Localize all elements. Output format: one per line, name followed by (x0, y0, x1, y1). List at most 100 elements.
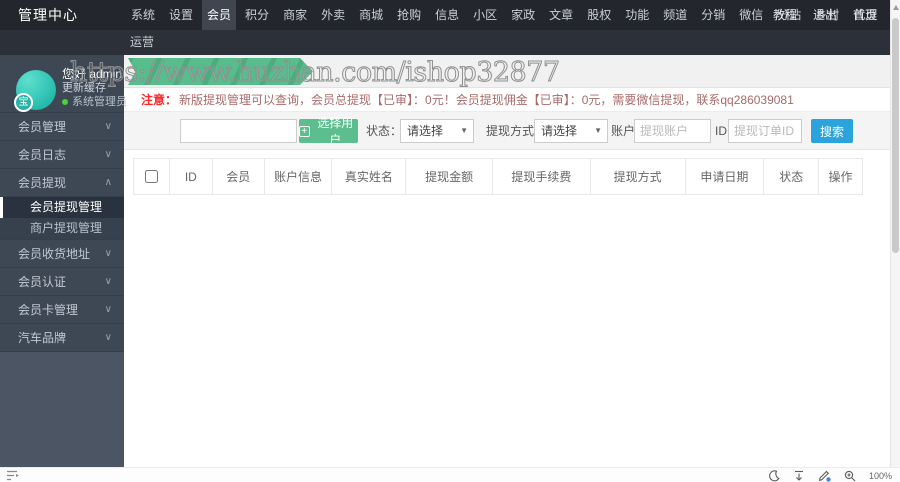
caret-down-icon: ▼ (460, 126, 468, 135)
scrollbar[interactable] (890, 0, 900, 467)
account-input[interactable] (634, 119, 711, 143)
sidebar-item-label: 会员认证 (18, 275, 67, 289)
table-header-row: ID 会员 账户信息 真实姓名 提现金额 提现手续费 提现方式 申请日期 状态 … (133, 158, 863, 195)
sidebar: 宝 您好 admin 更新缓存 系统管理员 会员管理 ∨ 会员日志 ∨ 会员提现… (0, 55, 127, 467)
method-select[interactable]: 请选择 ▼ (534, 119, 608, 143)
online-status-dot (62, 99, 68, 105)
role-text: 系统管理员 (72, 96, 127, 108)
chevron-down-icon: ∨ (104, 149, 112, 160)
topnav-item[interactable]: 商家 (278, 0, 312, 30)
sidebar-item-label: 汽车品牌 (18, 331, 67, 345)
topnav-item[interactable]: 家政 (506, 0, 540, 30)
role-line: 系统管理员 (62, 95, 127, 109)
topnav-right-menu: 教程 退出 首页 (765, 0, 885, 30)
topnav-item[interactable]: 小区 (468, 0, 502, 30)
chevron-down-icon: ∨ (104, 121, 112, 132)
sidebar-item-member-log[interactable]: 会员日志 ∨ (0, 141, 124, 169)
topnav-item[interactable]: 设置 (164, 0, 198, 30)
download-icon[interactable] (793, 470, 805, 482)
sidebar-item-member-card[interactable]: 会员卡管理 ∨ (0, 296, 124, 324)
topnav-right-item[interactable]: 首页 (845, 0, 885, 30)
topnav-right-item[interactable]: 退出 (805, 0, 845, 30)
chevron-down-icon: ∨ (104, 276, 112, 287)
status-bar: 100% (0, 467, 900, 482)
select-user-label: 选择用户 (317, 116, 354, 147)
topnav-item[interactable]: 信息 (430, 0, 464, 30)
scrollbar-thumb[interactable] (892, 18, 899, 253)
subnav-bar: 运营 (0, 30, 900, 55)
topnav-item[interactable]: 股权 (582, 0, 616, 30)
sidebar-item-label: 会员提现 (18, 176, 67, 190)
header-cell-amount: 提现金额 (405, 159, 492, 194)
sidebar-item-label: 会员收货地址 (18, 247, 91, 261)
toc-icon[interactable] (6, 470, 20, 481)
topnav-item[interactable]: 分销 (696, 0, 730, 30)
topnav-right-item[interactable]: 教程 (765, 0, 805, 30)
topnav-item[interactable]: 微信 (734, 0, 768, 30)
topnav-item[interactable]: 系统 (126, 0, 160, 30)
topnav-item[interactable]: 功能 (620, 0, 654, 30)
sidebar-menu: 宝 您好 admin 更新缓存 系统管理员 会员管理 ∨ 会员日志 ∨ 会员提现… (0, 55, 127, 352)
avatar: 宝 (14, 70, 56, 112)
main-content: 注意： 新版提现管理可以查询，会员总提现【已审】：0元！会员提现佣金【已审】：0元… (124, 55, 890, 467)
topnav-item[interactable]: 频道 (658, 0, 692, 30)
search-button[interactable]: 搜索 (811, 119, 853, 143)
avatar-badge: 宝 (14, 93, 33, 112)
sidebar-item-label: 会员日志 (18, 148, 67, 162)
sidebar-item-label: 会员管理 (18, 120, 67, 134)
refresh-cache-link[interactable]: 更新缓存 (62, 81, 127, 95)
app-title: 管理中心 (18, 7, 78, 23)
header-cell-method: 提现方式 (589, 159, 685, 194)
topnav-item[interactable]: 积分 (240, 0, 274, 30)
topnav-item[interactable]: 商城 (354, 0, 388, 30)
zoom-level[interactable]: 100% (869, 471, 892, 481)
select-all-checkbox[interactable] (144, 170, 158, 183)
header-cell-actions: 操作 (818, 159, 862, 194)
header-cell-status: 状态 (763, 159, 818, 194)
header-cell-fee: 提现手续费 (492, 159, 590, 194)
account-label: 账户 (611, 124, 636, 138)
sidebar-subitem-merchant-withdraw-manage[interactable]: 商户提现管理 (0, 218, 124, 239)
chevron-down-icon: ∨ (104, 248, 112, 259)
filter-toolbar: + 选择用户 状态： 请选择 ▼ 提现方式： 请选择 ▼ 账户 ID 搜索 (124, 112, 890, 150)
header-cell-id: ID (168, 159, 212, 194)
dark-mode-moon-icon[interactable] (768, 469, 780, 482)
status-label: 状态： (366, 124, 403, 138)
breadcrumb-strip (124, 55, 890, 88)
header-cell-account-info: 账户信息 (263, 159, 332, 194)
sidebar-item-member-withdraw[interactable]: 会员提现 ∧ (0, 169, 124, 197)
order-id-input[interactable] (728, 119, 802, 143)
scroll-up-arrow-icon[interactable] (893, 5, 899, 10)
notice-body: 新版提现管理可以查询，会员总提现【已审】：0元！会员提现佣金【已审】：0元，需要… (179, 93, 794, 107)
header-cell-checkbox (134, 159, 169, 194)
chevron-down-icon: ∨ (104, 332, 112, 343)
method-select-value: 请选择 (541, 124, 578, 138)
withdraw-table: ID 会员 账户信息 真实姓名 提现金额 提现手续费 提现方式 申请日期 状态 … (133, 158, 863, 195)
status-select[interactable]: 请选择 ▼ (400, 119, 474, 143)
topnav-item[interactable]: 外卖 (316, 0, 350, 30)
plus-icon: + (299, 125, 310, 137)
header-cell-member: 会员 (211, 159, 264, 194)
chevron-down-icon: ∨ (104, 304, 112, 315)
zoom-in-icon[interactable] (844, 470, 856, 482)
header-cell-apply-date: 申请日期 (684, 159, 764, 194)
sidebar-item-car-brand[interactable]: 汽车品牌 ∨ (0, 324, 124, 352)
annotate-pencil-icon[interactable] (818, 469, 831, 482)
topnav-item[interactable]: 抢购 (392, 0, 426, 30)
topnav-item[interactable]: 文章 (544, 0, 578, 30)
profile-panel: 宝 您好 admin 更新缓存 系统管理员 (0, 55, 127, 113)
notice-prefix: 注意： (141, 93, 178, 107)
topnav-item[interactable]: 会员 (202, 0, 237, 30)
subnav-item-operations[interactable]: 运营 (130, 30, 154, 55)
sidebar-item-member-address[interactable]: 会员收货地址 ∨ (0, 240, 124, 268)
sidebar-item-label: 会员卡管理 (18, 303, 79, 317)
header-cell-real-name: 真实姓名 (331, 159, 405, 194)
sidebar-subitem-member-withdraw-manage[interactable]: 会员提现管理 (0, 197, 124, 218)
sidebar-item-member-manage[interactable]: 会员管理 ∨ (0, 113, 124, 141)
greeting-text: 您好 admin (62, 67, 123, 81)
topbar: 管理中心 系统 设置 会员 积分 商家 外卖 商城 抢购 信息 小区 家政 文章 股权 功能 频道 分销 微信分… (0, 0, 900, 30)
select-user-button[interactable]: + 选择用户 (299, 116, 358, 147)
user-input[interactable] (180, 119, 297, 143)
sidebar-item-member-auth[interactable]: 会员认证 ∨ (0, 268, 124, 296)
chevron-up-icon: ∧ (104, 177, 112, 188)
